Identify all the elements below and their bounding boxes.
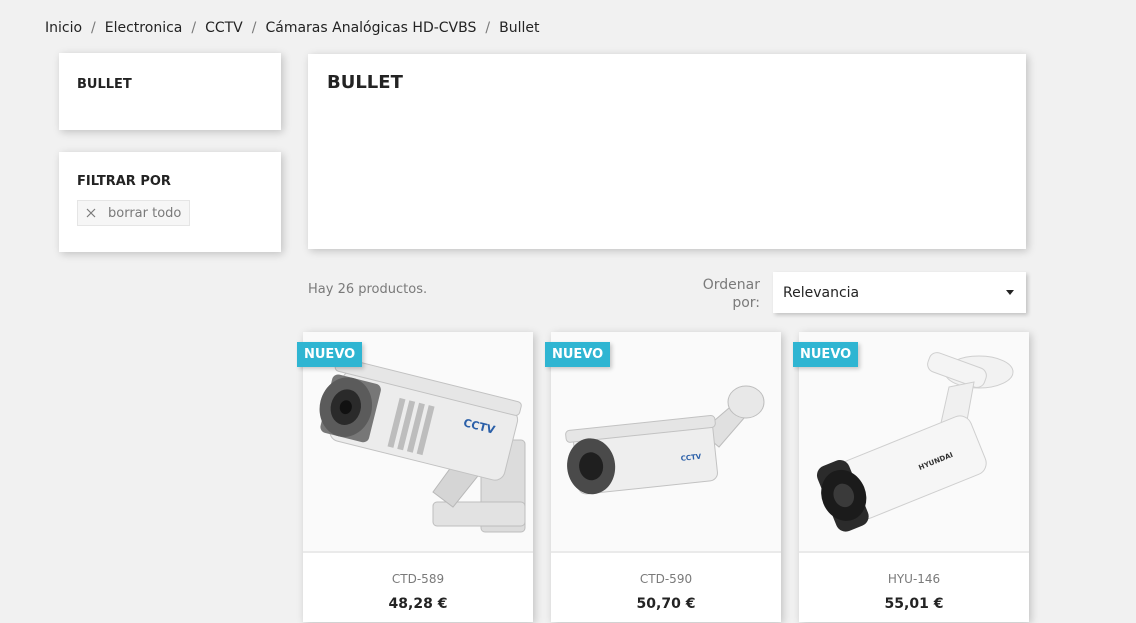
sort-label: Ordenar por:	[702, 277, 760, 311]
product-name[interactable]: CTD-590	[551, 572, 781, 586]
sort-select[interactable]: Relevancia	[773, 272, 1026, 313]
sidebar-category-block: BULLET	[59, 53, 281, 130]
new-badge: NUEVO	[545, 342, 611, 367]
category-page: Inicio / Electronica / CCTV / Cámaras An…	[0, 0, 1136, 623]
product-count: Hay 26 productos.	[308, 282, 428, 297]
card-divider	[303, 551, 533, 553]
product-price: 48,28 €	[388, 596, 448, 612]
product-card[interactable]: NUEVO HYUNDAI HYU-146 55,01 €	[793, 332, 1029, 622]
sidebar-category-title[interactable]: BULLET	[77, 77, 132, 92]
product-price: 50,70 €	[636, 596, 696, 612]
breadcrumb-item-camaras-analogicas[interactable]: Cámaras Analógicas HD-CVBS	[265, 20, 476, 36]
product-card[interactable]: NUEVO CCTV CTD-589 48,28 €	[297, 332, 533, 622]
sidebar-filter-block: FILTRAR POR borrar todo	[59, 152, 281, 252]
product-card[interactable]: NUEVO CCTV CTD-590 50,70 €	[545, 332, 781, 622]
product-price: 55,01 €	[884, 596, 944, 612]
close-icon	[86, 208, 96, 218]
caret-down-icon	[1006, 290, 1014, 295]
breadcrumb-separator: /	[191, 20, 197, 36]
breadcrumb-item-cctv[interactable]: CCTV	[205, 20, 243, 36]
card-divider	[799, 551, 1029, 553]
breadcrumb-separator: /	[251, 20, 257, 36]
breadcrumb-item-electronica[interactable]: Electronica	[105, 20, 183, 36]
filter-title: FILTRAR POR	[77, 174, 171, 189]
clear-all-filters-button[interactable]: borrar todo	[77, 200, 191, 226]
breadcrumb-separator: /	[91, 20, 96, 36]
clear-all-label: borrar todo	[108, 205, 182, 221]
breadcrumb: Inicio / Electronica / CCTV / Cámaras An…	[45, 20, 539, 36]
product-name[interactable]: HYU-146	[799, 572, 1029, 586]
product-name[interactable]: CTD-589	[303, 572, 533, 586]
sort-selected-value: Relevancia	[783, 284, 860, 301]
new-badge: NUEVO	[793, 342, 859, 367]
new-badge: NUEVO	[297, 342, 363, 367]
page-title: BULLET	[327, 72, 403, 93]
breadcrumb-item-inicio[interactable]: Inicio	[45, 20, 82, 36]
breadcrumb-separator: /	[485, 20, 491, 36]
category-header: BULLET	[308, 54, 1026, 249]
card-divider	[551, 551, 781, 553]
breadcrumb-item-bullet[interactable]: Bullet	[499, 20, 539, 36]
